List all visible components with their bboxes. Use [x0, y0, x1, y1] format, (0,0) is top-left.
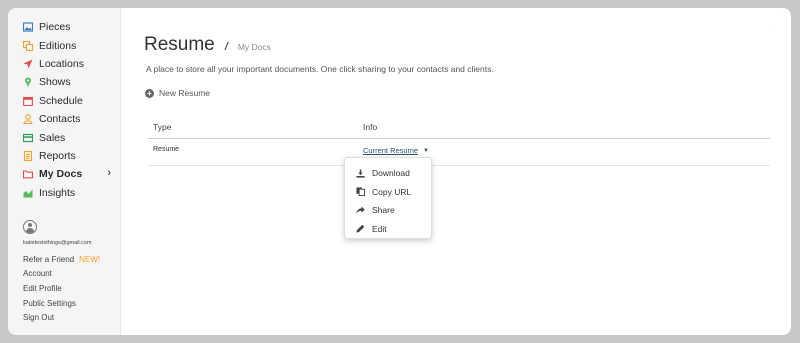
map-pin-icon	[23, 77, 33, 88]
download-icon	[355, 168, 365, 178]
image-icon	[23, 22, 33, 32]
current-resume-dropdown[interactable]: Current Resume ▼	[363, 146, 429, 155]
sidebar-item-label: Schedule	[39, 94, 83, 107]
menu-item-share[interactable]: Share	[345, 201, 431, 220]
table-header: Type Info	[148, 118, 770, 139]
cell-type: Resume	[153, 146, 180, 153]
column-header-info: Info	[363, 122, 378, 132]
docs-table: Type Info Resume Current Resume ▼	[148, 118, 770, 166]
menu-item-edit[interactable]: Edit	[345, 220, 431, 239]
corner-dot: ·	[773, 27, 775, 33]
sidebar: Pieces Editions Locations Shows Schedule…	[8, 8, 121, 335]
calendar-icon	[23, 96, 33, 106]
breadcrumb[interactable]: My Docs	[238, 42, 271, 52]
sidebar-item-label: Contacts	[39, 113, 81, 126]
avatar-body	[25, 228, 34, 233]
actions-dropdown-menu: Download Copy URL Share Edit	[344, 157, 432, 239]
pencil-icon	[355, 224, 365, 234]
avatar-head	[27, 223, 32, 227]
page-header: Resume / My Docs	[144, 34, 271, 56]
copy-icon	[355, 187, 365, 197]
menu-item-label: Edit	[372, 223, 387, 234]
sidebar-item-my-docs[interactable]: My Docs ›	[8, 165, 120, 183]
person-icon	[23, 114, 33, 125]
menu-item-download[interactable]: Download	[345, 164, 431, 183]
credit-card-icon	[23, 133, 33, 143]
chevron-right-icon: ›	[107, 167, 111, 180]
sidebar-item-label: Sales	[39, 131, 66, 144]
edit-profile-link[interactable]: Edit Profile	[23, 281, 100, 296]
new-resume-button[interactable]: + New Resume	[145, 88, 210, 98]
app-window: Pieces Editions Locations Shows Schedule…	[8, 8, 791, 335]
refer-friend-link[interactable]: Refer a Friend NEW!	[23, 252, 100, 267]
report-icon	[23, 150, 33, 161]
breadcrumb-separator: /	[224, 41, 228, 53]
new-badge: NEW!	[79, 254, 101, 264]
menu-item-label: Share	[372, 205, 395, 216]
sidebar-item-schedule[interactable]: Schedule	[8, 92, 120, 110]
account-link[interactable]: Account	[23, 267, 100, 282]
sidebar-item-contacts[interactable]: Contacts	[8, 110, 120, 128]
plus-circle-icon: +	[145, 88, 154, 98]
account-links: Refer a Friend NEW! Account Edit Profile…	[23, 252, 100, 325]
sidebar-item-label: Locations	[39, 57, 84, 70]
sidebar-item-pieces[interactable]: Pieces	[8, 18, 120, 36]
main-content: · Resume / My Docs A place to store all …	[120, 8, 791, 335]
page-description: A place to store all your important docu…	[146, 64, 494, 74]
sidebar-item-label: Shows	[39, 76, 71, 89]
menu-item-label: Copy URL	[372, 186, 412, 197]
user-email: katieteststhings@gmail.com	[23, 240, 92, 246]
avatar[interactable]	[23, 220, 37, 234]
refer-friend-label: Refer a Friend	[23, 254, 75, 264]
current-resume-link[interactable]: Current Resume	[363, 146, 418, 155]
sidebar-item-shows[interactable]: Shows	[8, 73, 120, 91]
location-arrow-icon	[23, 59, 33, 69]
public-settings-link[interactable]: Public Settings	[23, 296, 100, 311]
sidebar-item-label: My Docs	[39, 168, 83, 181]
sidebar-item-label: Pieces	[39, 21, 71, 34]
chart-icon	[23, 188, 33, 198]
column-header-type: Type	[153, 122, 172, 132]
sidebar-item-label: Reports	[39, 149, 76, 162]
sidebar-item-label: Editions	[39, 39, 77, 52]
menu-item-label: Download	[372, 168, 410, 179]
table-row: Resume Current Resume ▼	[148, 139, 770, 166]
sidebar-item-locations[interactable]: Locations	[8, 55, 120, 73]
sidebar-item-label: Insights	[39, 186, 76, 199]
menu-item-copy-url[interactable]: Copy URL	[345, 183, 431, 202]
page-title: Resume	[144, 34, 215, 55]
folder-icon	[23, 169, 33, 179]
editions-icon	[23, 40, 33, 51]
sign-out-link[interactable]: Sign Out	[23, 310, 100, 325]
sidebar-nav: Pieces Editions Locations Shows Schedule…	[8, 18, 120, 202]
sidebar-item-sales[interactable]: Sales	[8, 128, 120, 146]
sidebar-item-editions[interactable]: Editions	[8, 36, 120, 54]
sidebar-item-insights[interactable]: Insights	[8, 184, 120, 202]
caret-down-icon: ▼	[423, 147, 429, 154]
share-icon	[355, 205, 365, 215]
new-resume-label: New Resume	[159, 88, 211, 98]
sidebar-item-reports[interactable]: Reports	[8, 147, 120, 165]
